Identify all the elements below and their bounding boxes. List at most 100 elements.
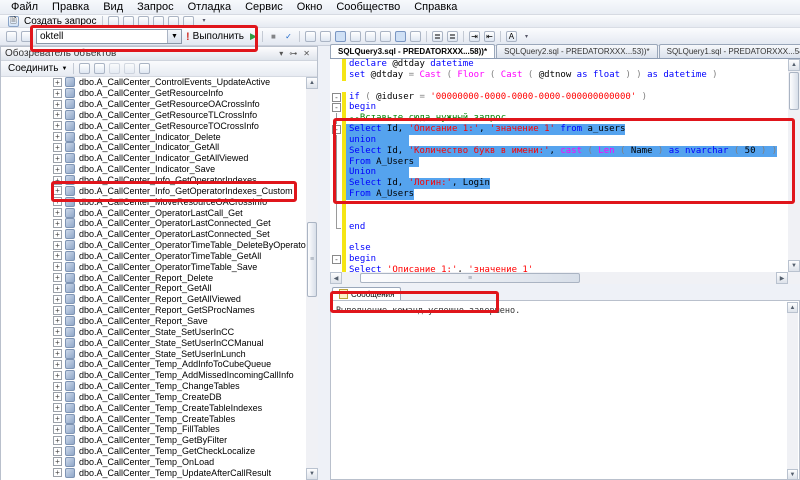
tree-item[interactable]: +dbo.A_CallCenter_Temp_UpdateAfterCallRe… [1,467,306,478]
fold-margin[interactable] [330,233,342,244]
tree-item[interactable]: +dbo.A_CallCenter_GetResourceInfo [1,88,306,99]
filter-icon[interactable] [124,63,135,74]
execute-button[interactable]: ! Выполнить [182,29,248,44]
code-line[interactable]: Select Id, 'Количество букв в имени:', c… [330,146,788,157]
tree-item[interactable]: +dbo.A_CallCenter_Temp_CreateTableIndexe… [1,402,306,413]
parse-check-icon[interactable]: ✓ [283,31,294,42]
fold-margin[interactable] [330,157,342,168]
scrollbar-thumb[interactable]: ≡ [307,222,317,297]
expand-plus-icon[interactable]: + [53,447,62,456]
code-line[interactable] [330,200,788,211]
expand-plus-icon[interactable]: + [53,414,62,423]
tree-item[interactable]: +dbo.A_CallCenter_OperatorLastConnected_… [1,229,306,240]
messages-scrollbar[interactable]: ▲ ▼ [787,302,798,480]
fold-margin[interactable] [330,243,342,254]
expand-plus-icon[interactable]: + [53,425,62,434]
expand-plus-icon[interactable]: + [53,251,62,260]
results-to-text-icon[interactable] [380,31,391,42]
code-line[interactable]: From A_Users [330,189,788,200]
fold-collapse-icon[interactable]: - [332,255,341,264]
tree-item[interactable]: +dbo.A_CallCenter_State_SetUserInCC [1,326,306,337]
fold-margin[interactable] [330,59,342,70]
object-explorer-scrollbar[interactable]: ▲ ≡ ▼ [306,77,318,480]
tree-item[interactable]: +dbo.A_CallCenter_GetResourceTOCrossInfo [1,120,306,131]
fold-margin[interactable] [330,265,342,272]
menu-item-Сообщество[interactable]: Сообщество [329,0,407,14]
expand-plus-icon[interactable]: + [53,143,62,152]
fold-margin[interactable] [330,70,342,81]
expand-plus-icon[interactable]: + [53,436,62,445]
indent-icon[interactable]: ⇥ [469,31,480,42]
panel-splitter[interactable] [318,46,330,480]
print-icon[interactable] [168,16,179,27]
tree-item[interactable]: +dbo.A_CallCenter_Indicator_Delete [1,131,306,142]
tree-item[interactable]: +dbo.A_CallCenter_OperatorTimeTable_Save [1,261,306,272]
scroll-up-icon[interactable]: ▲ [788,59,800,71]
auto-hide-pin-icon[interactable]: ⊶ [286,49,300,58]
tree-item[interactable]: +dbo.A_CallCenter_OperatorLastConnected_… [1,218,306,229]
menu-item-Правка[interactable]: Правка [45,0,96,14]
expand-plus-icon[interactable]: + [53,176,62,185]
stop-icon[interactable]: ■ [268,31,279,42]
expand-plus-icon[interactable]: + [53,457,62,466]
expand-plus-icon[interactable]: + [53,186,62,195]
fold-margin[interactable] [330,81,342,92]
code-line[interactable]: set @dtday = Cast ( Floor ( Cast ( @dtno… [330,70,788,81]
code-line[interactable] [330,233,788,244]
tree-item[interactable]: +dbo.A_CallCenter_Temp_CreateDB [1,391,306,402]
toolbar-overflow-icon[interactable]: ▾ [521,31,532,42]
expand-plus-icon[interactable]: + [53,197,62,206]
tree-item[interactable]: +dbo.A_CallCenter_Indicator_Save [1,164,306,175]
estimated-plan-icon[interactable] [305,31,316,42]
tree-item[interactable]: +dbo.A_CallCenter_Report_GetAll [1,283,306,294]
save-icon[interactable] [153,16,164,27]
menu-item-Файл[interactable]: Файл [4,0,45,14]
menu-item-Справка[interactable]: Справка [407,0,464,14]
include-client-statistics-icon[interactable] [365,31,376,42]
combobox-dropdown-icon[interactable]: ▼ [167,30,181,43]
fold-margin[interactable]: - [330,254,342,265]
expand-plus-icon[interactable]: + [53,403,62,412]
tree-item[interactable]: +dbo.A_CallCenter_Info_GetOperatorIndexe… [1,185,306,196]
tree-item[interactable]: +dbo.A_CallCenter_Report_GetSProcNames [1,305,306,316]
sql-code-editor[interactable]: declare @dtday datetimeset @dtday = Cast… [330,59,788,272]
tree-item[interactable]: +dbo.A_CallCenter_State_SetUserInLunch [1,348,306,359]
code-line[interactable]: Select 'Описание 1:', 'значение 1' [330,265,788,272]
intellisense-icon[interactable]: A [506,31,517,42]
fold-margin[interactable] [330,189,342,200]
code-line[interactable]: end [330,222,788,233]
expand-plus-icon[interactable]: + [53,100,62,109]
code-line[interactable]: -if ( @iduser = '00000000-0000-0000-0000… [330,92,788,103]
include-actual-plan-icon[interactable] [350,31,361,42]
close-icon[interactable]: ✕ [300,49,313,58]
fold-collapse-icon[interactable]: - [332,93,341,102]
comment-icon[interactable]: ≣ [432,31,443,42]
expand-plus-icon[interactable]: + [53,132,62,141]
menu-item-Запрос[interactable]: Запрос [130,0,180,14]
new-database-query-icon[interactable] [108,16,119,27]
new-query-button[interactable]: 🗎 Создать запрос [3,15,99,27]
tree-item[interactable]: +dbo.A_CallCenter_Indicator_GetAll [1,142,306,153]
expand-plus-icon[interactable]: + [53,121,62,130]
fold-margin[interactable]: - [330,102,342,113]
expand-plus-icon[interactable]: + [53,382,62,391]
scroll-up-icon[interactable]: ▲ [306,77,318,89]
menu-item-Окно[interactable]: Окно [290,0,330,14]
tree-item[interactable]: +dbo.A_CallCenter_Report_Delete [1,272,306,283]
code-line[interactable]: -begin [330,102,788,113]
fold-margin[interactable] [330,178,342,189]
menu-item-Сервис[interactable]: Сервис [238,0,290,14]
scroll-down-icon[interactable]: ▼ [787,469,798,480]
document-tab[interactable]: SQLQuery2.sql - PREDATORXXX...53))* [496,44,658,58]
results-to-grid-icon[interactable] [395,31,406,42]
messages-tab[interactable]: Сообщения [332,287,401,300]
window-position-icon[interactable]: ▾ [276,49,286,58]
editor-hscrollbar[interactable]: ◀ ≡ ▶ [330,272,800,284]
scrollbar-thumb[interactable]: ≡ [360,273,580,283]
tree-item[interactable]: +dbo.A_CallCenter_Report_Save [1,316,306,327]
tree-item[interactable]: +dbo.A_CallCenter_OperatorTimeTable_Dele… [1,240,306,251]
code-line[interactable]: else [330,243,788,254]
expand-plus-icon[interactable]: + [53,392,62,401]
open-file-icon[interactable] [138,16,149,27]
tree-item[interactable]: +dbo.A_CallCenter_GetResourceTLCrossInfo [1,110,306,121]
